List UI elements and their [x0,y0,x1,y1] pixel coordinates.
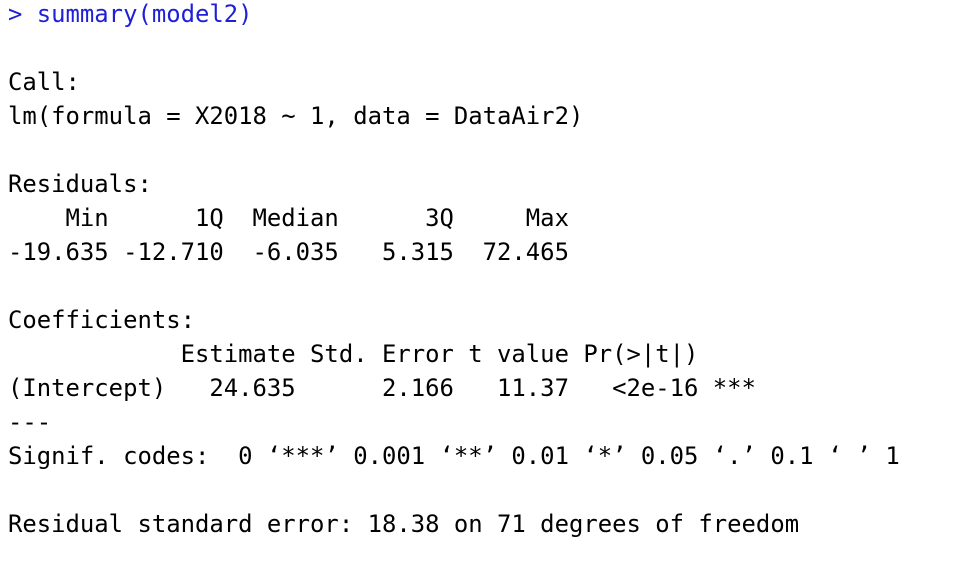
call-header: Call: [8,68,80,96]
residuals-values: -19.635 -12.710 -6.035 5.315 72.465 [8,238,584,266]
residuals-column-labels: Min 1Q Median 3Q Max [8,204,584,232]
console-input-line: > summary(model2) [8,0,253,28]
coefficients-column-labels: Estimate Std. Error t value Pr(>|t|) [8,340,756,368]
signif-codes-line: Signif. codes: 0 ‘***’ 0.001 ‘**’ 0.01 ‘… [8,442,900,470]
separator-line: --- [8,408,52,436]
coefficients-intercept-row: (Intercept) 24.635 2.166 11.37 <2e-16 **… [8,374,756,402]
coefficients-header: Coefficients: [8,306,195,334]
residuals-header: Residuals: [8,170,152,198]
residual-standard-error-line: Residual standard error: 18.38 on 71 deg… [8,510,800,538]
call-formula: lm(formula = X2018 ~ 1, data = DataAir2) [8,102,584,130]
r-console[interactable]: > summary(model2) Call: lm(formula = X20… [8,0,952,541]
